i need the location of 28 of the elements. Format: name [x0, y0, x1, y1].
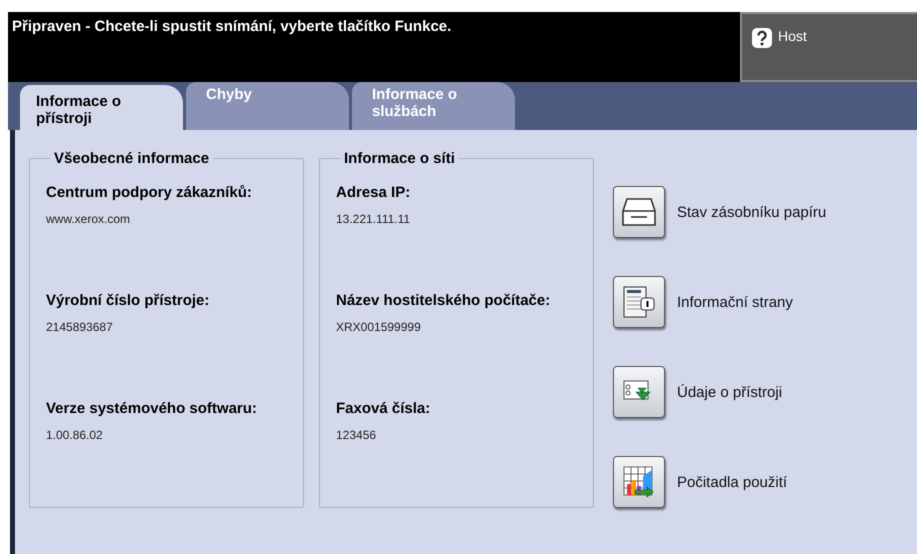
- field-label: Faxová čísla:: [336, 399, 432, 418]
- host-button[interactable]: Host: [740, 12, 917, 82]
- field-value: www.xerox.com: [46, 212, 132, 226]
- field-value: 2145893687: [46, 320, 114, 334]
- icon-button[interactable]: [613, 186, 665, 238]
- field-label: Výrobní číslo přístroje:: [46, 291, 210, 310]
- field-label: Centrum podpory zákazníků:: [46, 183, 253, 202]
- field-value: 1.00.86.02: [46, 428, 104, 442]
- paper-tray-icon: [621, 197, 657, 227]
- status-message: Připraven - Chcete-li spustit snímání, vyberte tlačítko Funkce.: [11, 17, 452, 37]
- icon-button[interactable]: [613, 276, 665, 328]
- field-label: Název hostitelského počítače:: [336, 291, 551, 310]
- action-label: Informační strany: [677, 294, 793, 310]
- panel-title: Informace o síti: [343, 150, 456, 167]
- panel-title: Všeobecné informace: [53, 150, 210, 167]
- action-label: Počitadla použití: [677, 474, 788, 490]
- field-value: XRX001599999: [336, 320, 422, 334]
- field-label: Verze systémového softwaru:: [46, 399, 258, 418]
- info-page-icon: [621, 284, 657, 320]
- icon-button[interactable]: [613, 456, 665, 508]
- action-label: Údaje o přístroji: [677, 384, 782, 400]
- field-label: Adresa IP:: [336, 183, 412, 202]
- tab[interactable]: Informace o přístroji: [20, 85, 183, 130]
- field-value: 13.221.111.11: [336, 212, 412, 226]
- icon-button[interactable]: [613, 366, 665, 418]
- action-label: Stav zásobníku papíru: [677, 204, 826, 220]
- help-icon: [752, 28, 772, 48]
- field-value: 123456: [336, 428, 378, 442]
